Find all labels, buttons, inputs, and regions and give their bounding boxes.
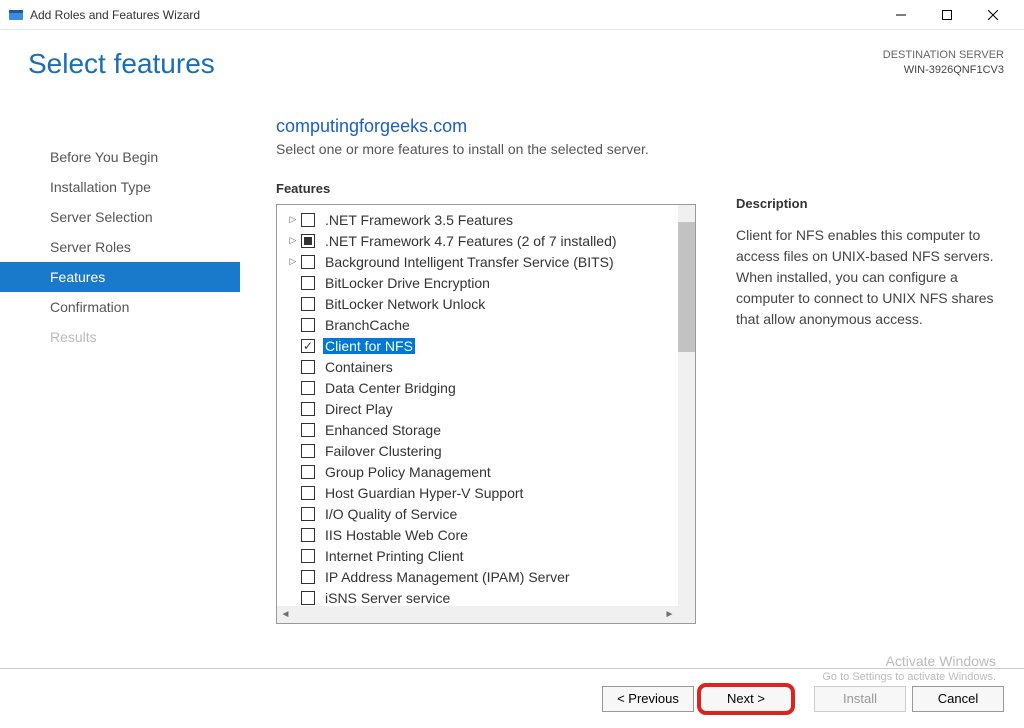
feature-checkbox[interactable] bbox=[301, 591, 315, 605]
feature-label: IIS Hostable Web Core bbox=[323, 527, 470, 543]
feature-label: Internet Printing Client bbox=[323, 548, 466, 564]
minimize-button[interactable] bbox=[878, 0, 924, 30]
feature-label: .NET Framework 4.7 Features (2 of 7 inst… bbox=[323, 233, 619, 249]
sidebar-step-0[interactable]: Before You Begin bbox=[0, 142, 240, 172]
feature-checkbox[interactable] bbox=[301, 402, 315, 416]
instruction-text: Select one or more features to install o… bbox=[276, 141, 696, 157]
feature-label: I/O Quality of Service bbox=[323, 506, 459, 522]
feature-label: BranchCache bbox=[323, 317, 412, 333]
feature-item[interactable]: ▷ .NET Framework 3.5 Features bbox=[277, 209, 678, 230]
feature-checkbox[interactable] bbox=[301, 423, 315, 437]
expand-icon[interactable]: ▷ bbox=[287, 256, 299, 268]
feature-item[interactable]: Failover Clustering bbox=[277, 440, 678, 461]
feature-item[interactable]: Group Policy Management bbox=[277, 461, 678, 482]
feature-checkbox[interactable] bbox=[301, 276, 315, 290]
expand-icon[interactable]: ▷ bbox=[287, 235, 299, 247]
feature-item[interactable]: iSNS Server service bbox=[277, 587, 678, 606]
feature-checkbox[interactable] bbox=[301, 255, 315, 269]
next-button[interactable]: Next > bbox=[700, 686, 792, 712]
sidebar-step-6: Results bbox=[0, 322, 240, 352]
app-icon bbox=[8, 7, 24, 23]
sidebar-step-5[interactable]: Confirmation bbox=[0, 292, 240, 322]
scroll-left-icon[interactable]: ◄ bbox=[277, 606, 294, 623]
feature-checkbox[interactable] bbox=[301, 339, 315, 353]
feature-checkbox[interactable] bbox=[301, 507, 315, 521]
window-controls bbox=[878, 0, 1016, 30]
feature-label: Client for NFS bbox=[323, 338, 415, 354]
maximize-button[interactable] bbox=[924, 0, 970, 30]
feature-item[interactable]: IP Address Management (IPAM) Server bbox=[277, 566, 678, 587]
feature-item[interactable]: Direct Play bbox=[277, 398, 678, 419]
feature-checkbox[interactable] bbox=[301, 465, 315, 479]
description-heading: Description bbox=[736, 196, 996, 211]
feature-label: iSNS Server service bbox=[323, 590, 452, 606]
feature-label: Group Policy Management bbox=[323, 464, 493, 480]
sidebar-step-2[interactable]: Server Selection bbox=[0, 202, 240, 232]
feature-label: Failover Clustering bbox=[323, 443, 444, 459]
scroll-thumb[interactable] bbox=[678, 222, 695, 352]
features-tree: ▷ .NET Framework 3.5 Features ▷ .NET Framew… bbox=[276, 204, 696, 624]
feature-checkbox[interactable] bbox=[301, 444, 315, 458]
feature-checkbox[interactable] bbox=[301, 213, 315, 227]
feature-label: IP Address Management (IPAM) Server bbox=[323, 569, 572, 585]
feature-checkbox[interactable] bbox=[301, 549, 315, 563]
feature-item[interactable]: I/O Quality of Service bbox=[277, 503, 678, 524]
features-heading: Features bbox=[276, 181, 696, 196]
watermark-link: computingforgeeks.com bbox=[276, 116, 696, 137]
feature-item[interactable]: Containers bbox=[277, 356, 678, 377]
cancel-button[interactable]: Cancel bbox=[912, 686, 1004, 712]
feature-label: BitLocker Drive Encryption bbox=[323, 275, 492, 291]
feature-item[interactable]: BranchCache bbox=[277, 314, 678, 335]
feature-label: Enhanced Storage bbox=[323, 422, 443, 438]
scroll-right-icon[interactable]: ► bbox=[661, 606, 678, 623]
sidebar-step-4[interactable]: Features bbox=[0, 262, 240, 292]
feature-checkbox[interactable] bbox=[301, 234, 315, 248]
feature-checkbox[interactable] bbox=[301, 297, 315, 311]
feature-checkbox[interactable] bbox=[301, 486, 315, 500]
feature-checkbox[interactable] bbox=[301, 528, 315, 542]
wizard-footer: < Previous Next > Install Cancel bbox=[0, 668, 1024, 728]
window-title: Add Roles and Features Wizard bbox=[30, 8, 878, 22]
feature-checkbox[interactable] bbox=[301, 570, 315, 584]
feature-item[interactable]: BitLocker Drive Encryption bbox=[277, 272, 678, 293]
feature-item[interactable]: ▷ .NET Framework 4.7 Features (2 of 7 ins… bbox=[277, 230, 678, 251]
feature-label: Direct Play bbox=[323, 401, 395, 417]
feature-item[interactable]: BitLocker Network Unlock bbox=[277, 293, 678, 314]
horizontal-scrollbar[interactable]: ◄ ► bbox=[277, 606, 678, 623]
feature-item[interactable]: Client for NFS bbox=[277, 335, 678, 356]
feature-item[interactable]: Data Center Bridging bbox=[277, 377, 678, 398]
feature-item[interactable]: IIS Hostable Web Core bbox=[277, 524, 678, 545]
feature-label: Data Center Bridging bbox=[323, 380, 458, 396]
feature-label: BitLocker Network Unlock bbox=[323, 296, 487, 312]
feature-label: Containers bbox=[323, 359, 395, 375]
feature-label: Background Intelligent Transfer Service … bbox=[323, 254, 616, 270]
feature-item[interactable]: Enhanced Storage bbox=[277, 419, 678, 440]
install-button[interactable]: Install bbox=[814, 686, 906, 712]
wizard-steps-sidebar: Before You BeginInstallation TypeServer … bbox=[0, 30, 240, 668]
close-button[interactable] bbox=[970, 0, 1016, 30]
titlebar: Add Roles and Features Wizard bbox=[0, 0, 1024, 30]
feature-checkbox[interactable] bbox=[301, 318, 315, 332]
description-text: Client for NFS enables this computer to … bbox=[736, 225, 996, 330]
sidebar-step-1[interactable]: Installation Type bbox=[0, 172, 240, 202]
feature-checkbox[interactable] bbox=[301, 381, 315, 395]
feature-item[interactable]: Internet Printing Client bbox=[277, 545, 678, 566]
sidebar-step-3[interactable]: Server Roles bbox=[0, 232, 240, 262]
previous-button[interactable]: < Previous bbox=[602, 686, 694, 712]
feature-checkbox[interactable] bbox=[301, 360, 315, 374]
feature-label: Host Guardian Hyper-V Support bbox=[323, 485, 525, 501]
expand-icon[interactable]: ▷ bbox=[287, 214, 299, 226]
feature-label: .NET Framework 3.5 Features bbox=[323, 212, 515, 228]
feature-item[interactable]: ▷ Background Intelligent Transfer Service… bbox=[277, 251, 678, 272]
vertical-scrollbar[interactable] bbox=[678, 205, 695, 606]
feature-item[interactable]: Host Guardian Hyper-V Support bbox=[277, 482, 678, 503]
scroll-corner bbox=[678, 606, 695, 623]
